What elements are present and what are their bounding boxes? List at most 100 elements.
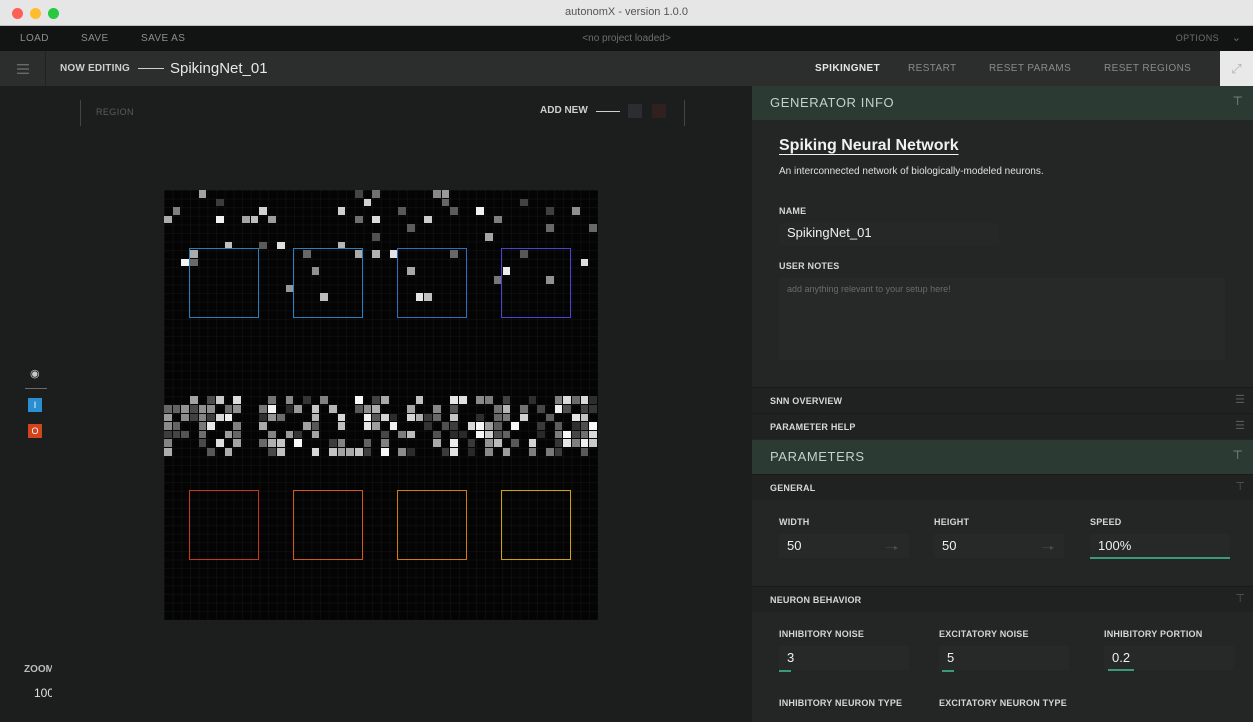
neuron-cell bbox=[398, 207, 407, 215]
neuron-cell bbox=[181, 405, 190, 413]
window-title: autonomX - version 1.0.0 bbox=[565, 6, 688, 18]
neuron-cell bbox=[328, 439, 337, 447]
neuron-cell bbox=[207, 422, 216, 430]
options-menu[interactable]: OPTIONS bbox=[1176, 33, 1219, 43]
generator-info-header[interactable]: GENERATOR INFO ⊤ bbox=[752, 86, 1253, 120]
neuron-cell bbox=[294, 439, 302, 447]
inhibitory-portion-input[interactable]: 0.2 bbox=[1104, 646, 1234, 670]
width-label: WIDTH bbox=[779, 517, 810, 527]
input-region-2[interactable] bbox=[293, 248, 363, 318]
neuron-cell bbox=[589, 396, 597, 404]
add-input-region-button[interactable] bbox=[628, 104, 642, 118]
general-row[interactable]: GENERAL ⊤ bbox=[752, 474, 1253, 500]
inhibitory-noise-input[interactable]: 3 bbox=[779, 646, 909, 670]
neuron-cell bbox=[259, 405, 268, 413]
inhibitory-noise-slider-fill[interactable] bbox=[779, 670, 791, 672]
neuron-cell bbox=[354, 215, 363, 224]
project-status: <no project loaded> bbox=[582, 33, 671, 44]
neuron-cell bbox=[537, 422, 545, 430]
input-region-4[interactable] bbox=[501, 248, 571, 318]
pin-icon[interactable]: ⊤ bbox=[1233, 448, 1243, 462]
user-notes-field[interactable]: add anything relevant to your setup here… bbox=[779, 278, 1225, 360]
neuron-cell bbox=[554, 405, 563, 413]
neuron-cell bbox=[164, 448, 172, 456]
neuron-cell bbox=[571, 439, 580, 447]
output-region-1[interactable] bbox=[189, 490, 259, 560]
chevron-down-icon[interactable]: ⌄ bbox=[1232, 31, 1241, 44]
title-bar: autonomX - version 1.0.0 bbox=[0, 0, 1253, 26]
neuron-cell bbox=[268, 413, 276, 422]
neuron-cell bbox=[554, 422, 563, 430]
input-region-3[interactable] bbox=[397, 248, 467, 318]
neuron-cell bbox=[450, 396, 459, 404]
excitatory-noise-input[interactable]: 5 bbox=[939, 646, 1069, 670]
speed-slider-fill[interactable] bbox=[1090, 557, 1230, 559]
side-panel: GENERATOR INFO ⊤ Spiking Neural Network … bbox=[752, 86, 1253, 722]
output-region-4[interactable] bbox=[501, 490, 571, 560]
neuron-cell bbox=[476, 413, 485, 422]
output-region-3[interactable] bbox=[397, 490, 467, 560]
neuron-cell bbox=[311, 430, 320, 439]
parameter-help-row[interactable]: PARAMETER HELP ☰ bbox=[752, 413, 1253, 439]
neuron-cell bbox=[441, 448, 450, 456]
neuron-cell bbox=[372, 413, 380, 422]
input-region-1[interactable] bbox=[189, 248, 259, 318]
menu-icon[interactable]: ☰ bbox=[1235, 393, 1245, 406]
neuron-cell bbox=[337, 413, 346, 422]
neuron-cell bbox=[337, 422, 346, 430]
height-stepper-icon[interactable]: —▸ bbox=[1042, 543, 1054, 552]
neuron-grid[interactable] bbox=[164, 190, 598, 620]
neuron-cell bbox=[493, 405, 502, 413]
neuron-behavior-row[interactable]: NEURON BEHAVIOR ⊤ bbox=[752, 586, 1253, 612]
neuron-cell bbox=[216, 198, 224, 207]
neuron-cell bbox=[233, 439, 242, 447]
restart-button[interactable]: RESTART bbox=[908, 51, 957, 86]
neuron-cell bbox=[450, 422, 459, 430]
name-field[interactable]: SpikingNet_01 bbox=[779, 223, 999, 245]
neuron-cell bbox=[381, 396, 389, 404]
neuron-cell bbox=[216, 215, 224, 224]
neuron-cell bbox=[407, 448, 415, 456]
expand-icon[interactable]: ⤢ bbox=[1220, 51, 1253, 86]
neuron-cell bbox=[259, 207, 268, 215]
neuron-cell bbox=[164, 422, 172, 430]
reset-regions-button[interactable]: RESET REGIONS bbox=[1104, 51, 1191, 86]
menu-icon[interactable]: ☰ bbox=[1235, 419, 1245, 432]
add-output-region-button[interactable] bbox=[652, 104, 666, 118]
eye-icon[interactable]: ◉ bbox=[30, 367, 40, 380]
pin-icon[interactable]: ⊤ bbox=[1235, 592, 1245, 605]
reset-params-button[interactable]: RESET PARAMS bbox=[989, 51, 1071, 86]
speed-input[interactable]: 100% bbox=[1090, 534, 1230, 558]
pin-icon[interactable]: ⊤ bbox=[1235, 480, 1245, 493]
hamburger-icon[interactable] bbox=[0, 51, 46, 86]
neuron-cell bbox=[554, 396, 563, 404]
neuron-cell bbox=[580, 439, 589, 447]
speed-label: SPEED bbox=[1090, 517, 1122, 527]
output-region-2[interactable] bbox=[293, 490, 363, 560]
now-editing-dash bbox=[138, 68, 164, 69]
neuron-cell bbox=[294, 405, 302, 413]
neuron-cell bbox=[328, 448, 337, 456]
pin-icon[interactable]: ⊤ bbox=[1233, 94, 1243, 108]
neuron-cell bbox=[224, 448, 233, 456]
neuron-cell bbox=[337, 207, 346, 215]
neuron-cell bbox=[571, 207, 580, 215]
neuron-cell bbox=[467, 448, 476, 456]
input-region-button[interactable]: I bbox=[28, 398, 42, 412]
tab-spikingnet[interactable]: SPIKINGNET bbox=[815, 51, 880, 86]
neuron-cell bbox=[450, 439, 459, 447]
parameters-header[interactable]: PARAMETERS ⊤ bbox=[752, 440, 1253, 474]
width-stepper-icon[interactable]: —▸ bbox=[886, 543, 898, 552]
parameters-title: PARAMETERS bbox=[770, 449, 865, 464]
inhibitory-portion-slider-fill[interactable] bbox=[1108, 669, 1134, 671]
neuron-cell bbox=[580, 413, 589, 422]
neuron-cell bbox=[207, 448, 216, 456]
excitatory-noise-slider-fill[interactable] bbox=[942, 670, 954, 672]
neuron-cell bbox=[554, 448, 563, 456]
neuron-cell bbox=[164, 413, 172, 422]
snn-overview-row[interactable]: SNN OVERVIEW ☰ bbox=[752, 387, 1253, 413]
output-region-button[interactable]: O bbox=[28, 424, 42, 438]
neuron-cell bbox=[537, 430, 545, 439]
neuron-cell bbox=[433, 190, 441, 198]
neuron-cell bbox=[302, 396, 311, 404]
